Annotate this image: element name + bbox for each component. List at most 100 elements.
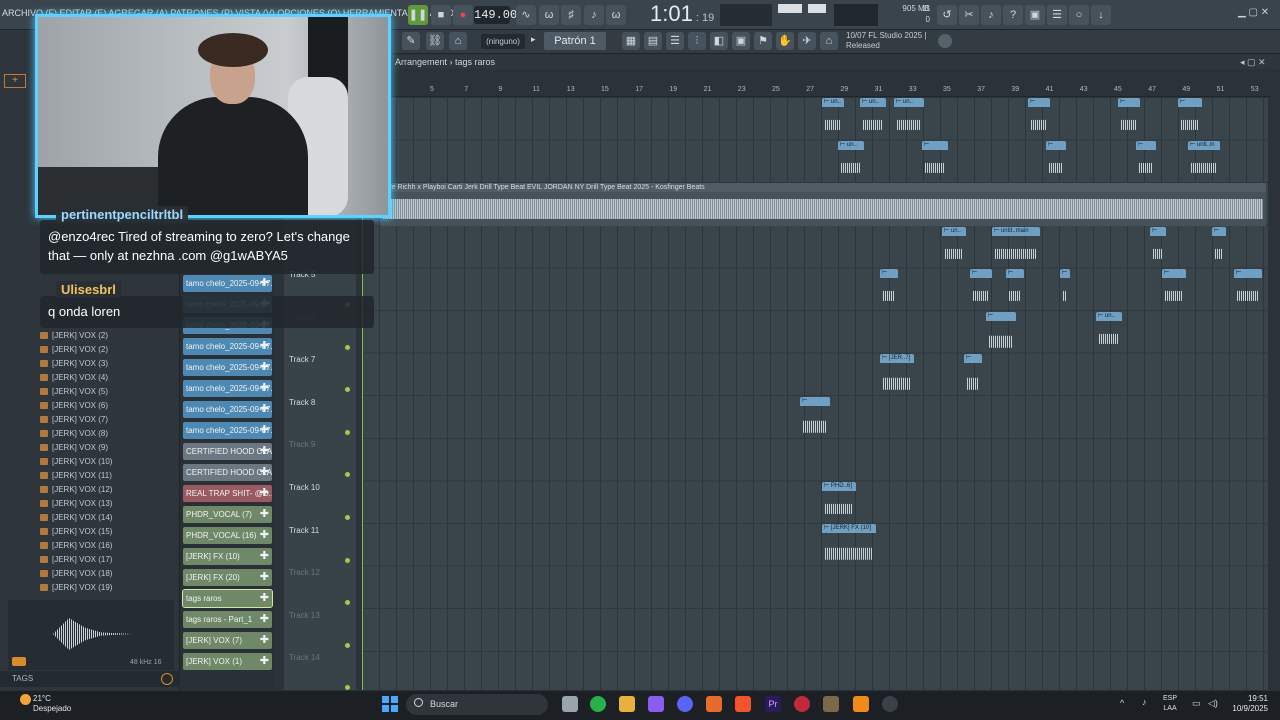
audio-clip[interactable]: ⊢ un.. [838, 141, 864, 177]
clip-source-item[interactable]: REAL TRAP SHIT- @D... ✚ [183, 485, 272, 502]
plugin-icon[interactable]: ◧ [710, 32, 728, 50]
clip-menu-icon[interactable]: ⊢ [824, 99, 831, 105]
browser-item[interactable]: [JERK] VOX (16) [40, 541, 112, 550]
track-header[interactable]: Track 9 [289, 440, 315, 449]
audio-clip[interactable]: ⊢ [1150, 227, 1166, 263]
browser-item[interactable]: [JERK] VOX (8) [40, 429, 108, 438]
clip-add-icon[interactable]: ✚ [260, 401, 269, 418]
plugin-picker-icon[interactable]: ⚑ [754, 32, 772, 50]
clip-source-item[interactable]: CERTIFIED HOOD CLAS...✚ [183, 443, 272, 460]
browser-item[interactable]: [JERK] VOX (2) [40, 345, 108, 354]
clip-add-icon[interactable]: ✚ [260, 548, 269, 565]
clip-add-icon[interactable]: ✚ [260, 338, 269, 355]
clip-menu-icon[interactable]: ⊢ [1164, 270, 1169, 276]
clip-add-icon[interactable]: ✚ [260, 443, 269, 460]
record-button[interactable]: ● [453, 5, 473, 25]
discord-icon[interactable] [677, 696, 693, 712]
playlist-window-controls[interactable]: ◂ ▢ ✕ [1240, 57, 1266, 68]
audio-clip[interactable]: ⊢ [1118, 98, 1140, 134]
clip-menu-icon[interactable]: ⊢ [840, 142, 847, 148]
clip-menu-icon[interactable]: ⊢ [988, 313, 993, 319]
track-header[interactable]: Track 10 [289, 483, 320, 492]
audio-clip[interactable]: ⊢ [1060, 269, 1070, 305]
audio-clip[interactable]: ⊢ un.. [860, 98, 886, 134]
clip-add-icon[interactable]: ✚ [260, 569, 269, 586]
browser-item[interactable]: [JERK] VOX (13) [40, 499, 112, 508]
fl-studio-icon[interactable] [706, 696, 722, 712]
browser-item[interactable]: [JERK] VOX (9) [40, 443, 108, 452]
clip-menu-icon[interactable]: ⊢ [802, 398, 807, 404]
news-close-icon[interactable] [938, 34, 952, 48]
clip-add-icon[interactable]: ✚ [260, 527, 269, 544]
start-button[interactable] [382, 696, 398, 712]
clip-source-item[interactable]: tamo chelo_2025-09-07...✚ [183, 275, 272, 292]
timeline-ruler[interactable] [380, 69, 1270, 97]
clip-source-item[interactable]: [JERK] VOX (1) ✚ [183, 653, 272, 670]
browser-item[interactable]: [JERK] VOX (4) [40, 373, 108, 382]
clip-menu-icon[interactable]: ⊢ [1098, 313, 1105, 319]
audio-clip[interactable]: ⊢ [986, 312, 1016, 352]
obs-icon[interactable] [882, 696, 898, 712]
browser-item[interactable]: [JERK] VOX (2) [40, 331, 108, 340]
browser-item[interactable]: [JERK] VOX (3) [40, 359, 108, 368]
channel-rack-icon[interactable]: ☰ [666, 32, 684, 50]
clip-menu-icon[interactable]: ⊢ [1152, 228, 1157, 234]
clip-menu-icon[interactable]: ⊢ [1048, 142, 1053, 148]
browser-item[interactable]: [JERK] VOX (6) [40, 401, 108, 410]
settings-icon[interactable]: ☰ [1047, 5, 1067, 25]
audio-clip[interactable]: ⊢ [1006, 269, 1024, 305]
vertical-scrollbar[interactable] [1268, 97, 1280, 690]
audio-clip[interactable]: ⊢ [JERK] FX (10] [822, 524, 876, 564]
wait-input-icon[interactable]: ω [539, 5, 559, 25]
browser-item[interactable]: [JERK] VOX (10) [40, 457, 112, 466]
browser-item[interactable]: [JERK] VOX (15) [40, 527, 112, 536]
track-active-led[interactable] [345, 642, 350, 648]
play-button[interactable]: ❚❚ [408, 5, 428, 25]
touch-controller-icon[interactable]: ✋ [776, 32, 794, 50]
audio-clip[interactable]: ⊢ untit..main [992, 227, 1040, 263]
clip-source-item[interactable]: [JERK] FX (20) ✚ [183, 569, 272, 586]
audio-clip[interactable]: ⊢ un.. [1096, 312, 1122, 348]
browser-add-icon[interactable]: + [4, 74, 26, 88]
clip-source-item[interactable]: [JERK] VOX (7) ✚ [183, 632, 272, 649]
microphone-icon[interactable]: ♪ [981, 5, 1001, 25]
clip-source-item[interactable]: tamo chelo_2025-09-07...✚ [183, 338, 272, 355]
volume-icon[interactable]: ◁) [1208, 698, 1218, 709]
clip-add-icon[interactable]: ✚ [260, 611, 269, 628]
track-header[interactable]: Track 11 [289, 526, 319, 535]
browser-item[interactable]: [JERK] VOX (14) [40, 513, 112, 522]
tags-search-icon[interactable] [161, 673, 173, 685]
tempo-display[interactable]: 149.000 [474, 6, 524, 24]
audio-clip[interactable]: ⊢ [880, 269, 898, 305]
news-hint[interactable]: 10/07 FL Studio 2025 | Released [846, 31, 927, 51]
media-player-icon[interactable] [823, 696, 839, 712]
audio-clip[interactable]: ⊢ [1212, 227, 1226, 263]
clip-menu-icon[interactable]: ⊢ [1120, 99, 1125, 105]
clip-source-item[interactable]: [JERK] FX (10) ✚ [183, 548, 272, 565]
clip-menu-icon[interactable]: ⊢ [994, 228, 1001, 234]
browser-item[interactable]: [JERK] VOX (5) [40, 387, 108, 396]
browser-item[interactable]: [JERK] VOX (19) [40, 583, 112, 592]
clip-add-icon[interactable]: ✚ [260, 506, 269, 523]
weather-widget[interactable]: 21°C Despejado [33, 694, 71, 714]
track-active-led[interactable] [345, 557, 350, 563]
undo-icon[interactable]: ↺ [937, 5, 957, 25]
metronome-icon[interactable]: ∿ [516, 5, 536, 25]
clip-menu-icon[interactable]: ⊢ [882, 355, 889, 361]
whatsapp-icon[interactable] [590, 696, 606, 712]
clip-source-item[interactable]: tags raros ✚ [182, 589, 273, 608]
weather-icon[interactable] [20, 694, 31, 705]
browser-item[interactable]: [JERK] VOX (7) [40, 415, 108, 424]
pattern-selector[interactable]: Patrón 1 [544, 32, 606, 50]
clip-add-icon[interactable]: ✚ [260, 632, 269, 649]
brave-icon[interactable] [735, 696, 751, 712]
clip-menu-icon[interactable]: ⊢ [1062, 270, 1067, 276]
track-active-led[interactable] [345, 429, 350, 435]
clip-menu-icon[interactable]: ⊢ [824, 525, 831, 531]
audio-clip[interactable]: ⊢ un.. [942, 227, 966, 263]
clip-source-item[interactable]: tamo chelo_2025-09-07...✚ [183, 380, 272, 397]
clip-add-icon[interactable]: ✚ [260, 380, 269, 397]
arrangement-breadcrumb[interactable]: Arrangement › tags raros [395, 57, 495, 67]
chat-icon[interactable]: ○ [1069, 5, 1089, 25]
audio-clip[interactable]: ⊢ [922, 141, 948, 177]
